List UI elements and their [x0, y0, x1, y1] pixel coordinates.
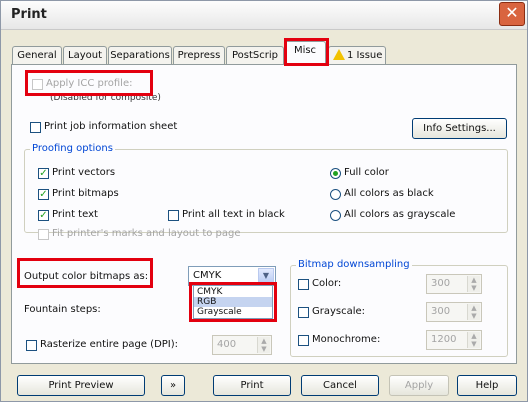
- tab-general[interactable]: General: [12, 46, 62, 64]
- tab-postscript[interactable]: PostScrip: [226, 46, 284, 64]
- proofing-options-legend: Proofing options: [30, 143, 115, 154]
- print-all-black-checkbox[interactable]: [168, 210, 179, 221]
- all-grayscale-radio[interactable]: [330, 210, 341, 221]
- downsample-grayscale-spinner[interactable]: 300 ▲ ▼: [426, 302, 482, 322]
- downsample-color-label: Color:: [312, 278, 342, 289]
- radio-selected-dot: [333, 171, 338, 176]
- warning-icon: [333, 49, 345, 60]
- print-text-checkbox[interactable]: ✓: [38, 210, 49, 221]
- full-color-label: Full color: [344, 167, 389, 178]
- apply-button[interactable]: Apply: [389, 375, 449, 396]
- fit-marks-label: Fit printer's marks and layout to page: [52, 228, 241, 239]
- print-vectors-label: Print vectors: [52, 167, 116, 178]
- highlight-rgb-option: [189, 282, 277, 322]
- rasterize-checkbox[interactable]: [26, 340, 37, 351]
- job-info-checkbox[interactable]: [30, 122, 41, 133]
- output-color-value: CMYK: [193, 270, 222, 281]
- print-vectors-checkbox[interactable]: ✓: [38, 168, 49, 179]
- rasterize-label: Rasterize entire page (DPI):: [40, 339, 179, 350]
- tab-issues[interactable]: 1 Issue: [328, 46, 386, 64]
- print-all-black-label: Print all text in black: [182, 209, 285, 220]
- spinner-arrows-icon[interactable]: ▲ ▼: [257, 337, 270, 353]
- downsample-monochrome-spinner[interactable]: 1200 ▲ ▼: [426, 330, 482, 350]
- downsample-grayscale-label: Grayscale:: [312, 306, 366, 317]
- preview-expand-button[interactable]: »: [161, 375, 185, 396]
- rasterize-dpi-spinner[interactable]: 400 ▲ ▼: [212, 335, 272, 355]
- tab-layout[interactable]: Layout: [63, 46, 107, 64]
- print-bitmaps-checkbox[interactable]: ✓: [38, 189, 49, 200]
- print-bitmaps-label: Print bitmaps: [52, 188, 119, 199]
- bitmap-downsampling-legend: Bitmap downsampling: [296, 259, 412, 270]
- rasterize-dpi-value: 400: [217, 339, 237, 350]
- tab-prepress[interactable]: Prepress: [173, 46, 225, 64]
- window-title: Print: [11, 7, 47, 22]
- print-preview-button[interactable]: Print Preview: [17, 375, 145, 396]
- spinner-arrows-icon[interactable]: ▲ ▼: [467, 276, 480, 292]
- spinner-arrows-icon[interactable]: ▲ ▼: [467, 304, 480, 320]
- fit-marks-checkbox[interactable]: [38, 229, 49, 240]
- cancel-button[interactable]: Cancel: [301, 375, 379, 396]
- downsample-monochrome-label: Monochrome:: [312, 334, 381, 345]
- close-icon[interactable]: ✕: [499, 2, 525, 26]
- downsample-color-checkbox[interactable]: [298, 279, 309, 290]
- downsample-grayscale-value: 300: [431, 306, 451, 317]
- info-settings-button[interactable]: Info Settings...: [412, 118, 507, 139]
- all-black-label: All colors as black: [344, 188, 434, 199]
- print-text-label: Print text: [52, 209, 98, 220]
- print-button[interactable]: Print: [213, 375, 291, 396]
- spinner-arrows-icon[interactable]: ▲ ▼: [467, 332, 480, 348]
- job-info-label: Print job information sheet: [44, 121, 178, 132]
- downsample-monochrome-checkbox[interactable]: [298, 335, 309, 346]
- all-black-radio[interactable]: [330, 189, 341, 200]
- print-dialog: Print ✕ General Layout Separations Prepr…: [0, 0, 528, 402]
- tab-separations[interactable]: Separations: [108, 46, 172, 64]
- highlight-apply-icc: [25, 70, 153, 96]
- highlight-output-color-label: [17, 258, 153, 288]
- downsample-color-spinner[interactable]: 300 ▲ ▼: [426, 274, 482, 294]
- fountain-steps-label: Fountain steps:: [24, 304, 101, 315]
- downsample-grayscale-checkbox[interactable]: [298, 307, 309, 318]
- downsample-color-value: 300: [431, 278, 451, 289]
- tab-issues-label: 1 Issue: [347, 50, 383, 61]
- help-button[interactable]: Help: [457, 375, 517, 396]
- downsample-monochrome-value: 1200: [431, 334, 457, 345]
- all-grayscale-label: All colors as grayscale: [344, 209, 456, 220]
- title-bar: Print ✕: [1, 1, 527, 30]
- highlight-misc-tab: [284, 38, 329, 66]
- full-color-radio[interactable]: [330, 168, 341, 179]
